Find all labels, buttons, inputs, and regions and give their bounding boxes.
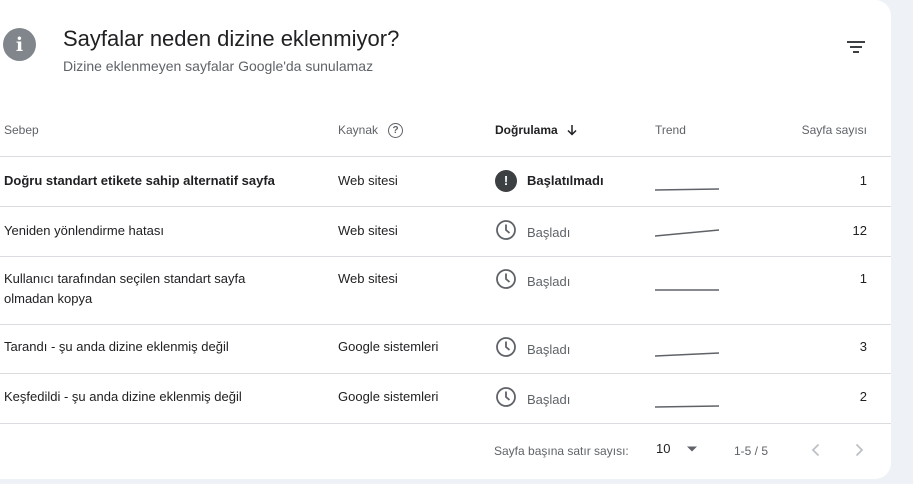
validation-status: Başlatılmadı (527, 173, 604, 188)
table-header: Sebep Kaynak ? Doğrulama Trend Sayfa say… (0, 104, 891, 157)
report-card: i Sayfalar neden dizine eklenmiyor? Dizi… (0, 0, 891, 479)
column-header-count[interactable]: Sayfa sayısı (802, 104, 867, 156)
row-source: Web sitesi (338, 271, 398, 286)
clock-icon (495, 268, 517, 296)
prev-page-button[interactable] (804, 438, 828, 462)
table-row[interactable]: Tarandı - şu anda dizine eklenmiş değil … (0, 325, 891, 374)
filter-icon-line (853, 51, 859, 53)
clock-icon (495, 219, 517, 247)
row-source: Web sitesi (338, 223, 398, 238)
table-row[interactable]: Yeniden yönlendirme hatası Web sitesi Ba… (0, 207, 891, 257)
column-label: Doğrulama (495, 123, 558, 137)
arrow-down-icon (566, 124, 578, 136)
rows-per-page-select[interactable]: 10 (656, 441, 698, 456)
row-reason: Keşfedildi - şu anda dizine eklenmiş değ… (4, 389, 242, 404)
help-circle-icon[interactable]: ? (388, 122, 404, 138)
table-row[interactable]: Doğru standart etikete sahip alternatif … (0, 157, 891, 207)
column-label: Sebep (4, 123, 39, 137)
page-range: 1-5 / 5 (734, 444, 769, 458)
column-label: Trend (655, 123, 686, 137)
trend-sparkline (654, 225, 721, 245)
filter-icon (847, 41, 865, 43)
row-count: 1 (859, 173, 867, 188)
column-header-trend[interactable]: Trend (655, 104, 686, 156)
row-validation: Başladı (495, 336, 570, 364)
row-source: Google sistemleri (338, 389, 439, 404)
row-reason: Kullanıcı tarafından seçilen standart sa… (4, 271, 246, 306)
page-subtitle: Dizine eklenmeyen sayfalar Google'da sun… (63, 58, 374, 74)
dropdown-arrow-icon (686, 445, 698, 453)
page-title: Sayfalar neden dizine eklenmiyor? (63, 26, 400, 51)
validation-status: Başladı (527, 392, 571, 407)
row-reason: Yeniden yönlendirme hatası (4, 223, 164, 238)
alert-icon: ! (495, 170, 517, 192)
pagination-bar: Sayfa başına satır sayısı: 10 1-5 / 5 (0, 424, 891, 479)
trend-sparkline (655, 280, 721, 300)
validation-status: Başladı (527, 225, 571, 240)
next-page-button[interactable] (847, 438, 871, 462)
row-source: Web sitesi (338, 173, 398, 188)
validation-status: Başladı (527, 274, 571, 289)
row-validation: Başladı (495, 219, 570, 247)
table-row[interactable]: Kullanıcı tarafından seçilen standart sa… (0, 257, 891, 325)
row-count: 1 (859, 271, 867, 286)
column-label: Sayfa sayısı (801, 123, 867, 137)
row-count: 2 (859, 389, 867, 404)
column-header-reason[interactable]: Sebep (4, 104, 39, 156)
trend-sparkline (654, 396, 721, 416)
chevron-left-icon (811, 443, 821, 457)
rows-per-page-label: Sayfa başına satır sayısı: (494, 444, 629, 458)
chevron-right-icon (854, 443, 864, 457)
row-reason: Doğru standart etikete sahip alternatif … (4, 173, 275, 188)
column-label: Kaynak (338, 123, 379, 137)
row-validation: ! Başlatılmadı (495, 170, 604, 192)
trend-sparkline (654, 179, 721, 199)
clock-icon (495, 336, 517, 364)
row-validation: Başladı (495, 268, 570, 296)
row-validation: Başladı (495, 386, 570, 414)
row-count: 12 (852, 223, 867, 238)
filter-button[interactable] (838, 29, 874, 65)
table-row[interactable]: Keşfedildi - şu anda dizine eklenmiş değ… (0, 374, 891, 424)
column-header-source[interactable]: Kaynak ? (338, 104, 404, 156)
trend-sparkline (654, 345, 721, 365)
info-icon: i (3, 28, 36, 61)
row-source: Google sistemleri (338, 339, 439, 354)
row-count: 3 (859, 339, 867, 354)
rows-per-page-value: 10 (656, 441, 671, 456)
filter-icon-line (850, 46, 862, 48)
clock-icon (495, 386, 517, 414)
validation-status: Başladı (527, 342, 571, 357)
column-header-validation[interactable]: Doğrulama (495, 104, 578, 156)
row-reason: Tarandı - şu anda dizine eklenmiş değil (4, 339, 229, 354)
